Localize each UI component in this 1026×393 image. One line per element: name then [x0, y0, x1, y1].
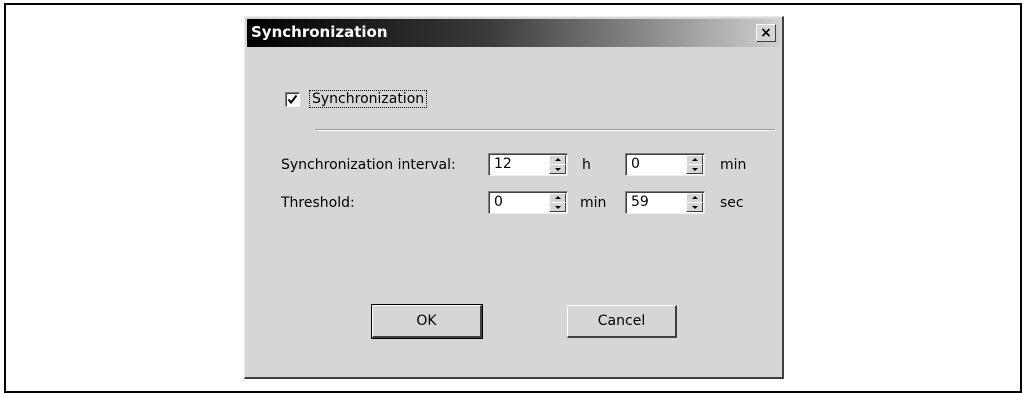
threshold-seconds-spinner[interactable]: 59: [625, 191, 705, 214]
synchronization-dialog: Synchronization × Synchronization Synchr…: [244, 16, 784, 379]
interval-hours-value[interactable]: 12: [494, 156, 512, 172]
interval-minutes-unit: min: [720, 157, 747, 173]
spin-down-button[interactable]: [686, 164, 703, 174]
dialog-title: Synchronization: [251, 23, 388, 41]
interval-hours-unit: h: [582, 157, 591, 173]
interval-label: Synchronization interval:: [281, 157, 456, 173]
threshold-minutes-spinner[interactable]: 0: [488, 191, 568, 214]
threshold-seconds-value[interactable]: 59: [631, 194, 649, 210]
threshold-seconds-unit: sec: [720, 195, 744, 211]
interval-minutes-value[interactable]: 0: [631, 156, 640, 172]
interval-hours-spinner[interactable]: 12: [488, 153, 568, 176]
arrow-down-icon: [692, 168, 698, 171]
checkmark-icon: [287, 94, 298, 105]
title-bar[interactable]: Synchronization ×: [247, 19, 780, 47]
ok-button[interactable]: OK: [371, 304, 483, 339]
arrow-down-icon: [555, 206, 561, 209]
cancel-button[interactable]: Cancel: [567, 305, 677, 338]
spin-down-button[interactable]: [549, 164, 566, 174]
arrow-up-icon: [692, 158, 698, 161]
arrow-down-icon: [692, 206, 698, 209]
close-button[interactable]: ×: [756, 24, 776, 42]
spin-down-button[interactable]: [549, 202, 566, 212]
threshold-label: Threshold:: [281, 195, 355, 211]
close-icon: ×: [760, 25, 772, 41]
threshold-minutes-unit: min: [580, 195, 607, 211]
arrow-up-icon: [555, 158, 561, 161]
synchronization-checkbox[interactable]: [285, 92, 300, 107]
synchronization-checkbox-label[interactable]: Synchronization: [309, 90, 428, 108]
arrow-up-icon: [692, 196, 698, 199]
interval-minutes-spinner[interactable]: 0: [625, 153, 705, 176]
spin-down-button[interactable]: [686, 202, 703, 212]
arrow-down-icon: [555, 168, 561, 171]
threshold-minutes-value[interactable]: 0: [494, 194, 503, 210]
separator: [315, 129, 775, 131]
arrow-up-icon: [555, 196, 561, 199]
